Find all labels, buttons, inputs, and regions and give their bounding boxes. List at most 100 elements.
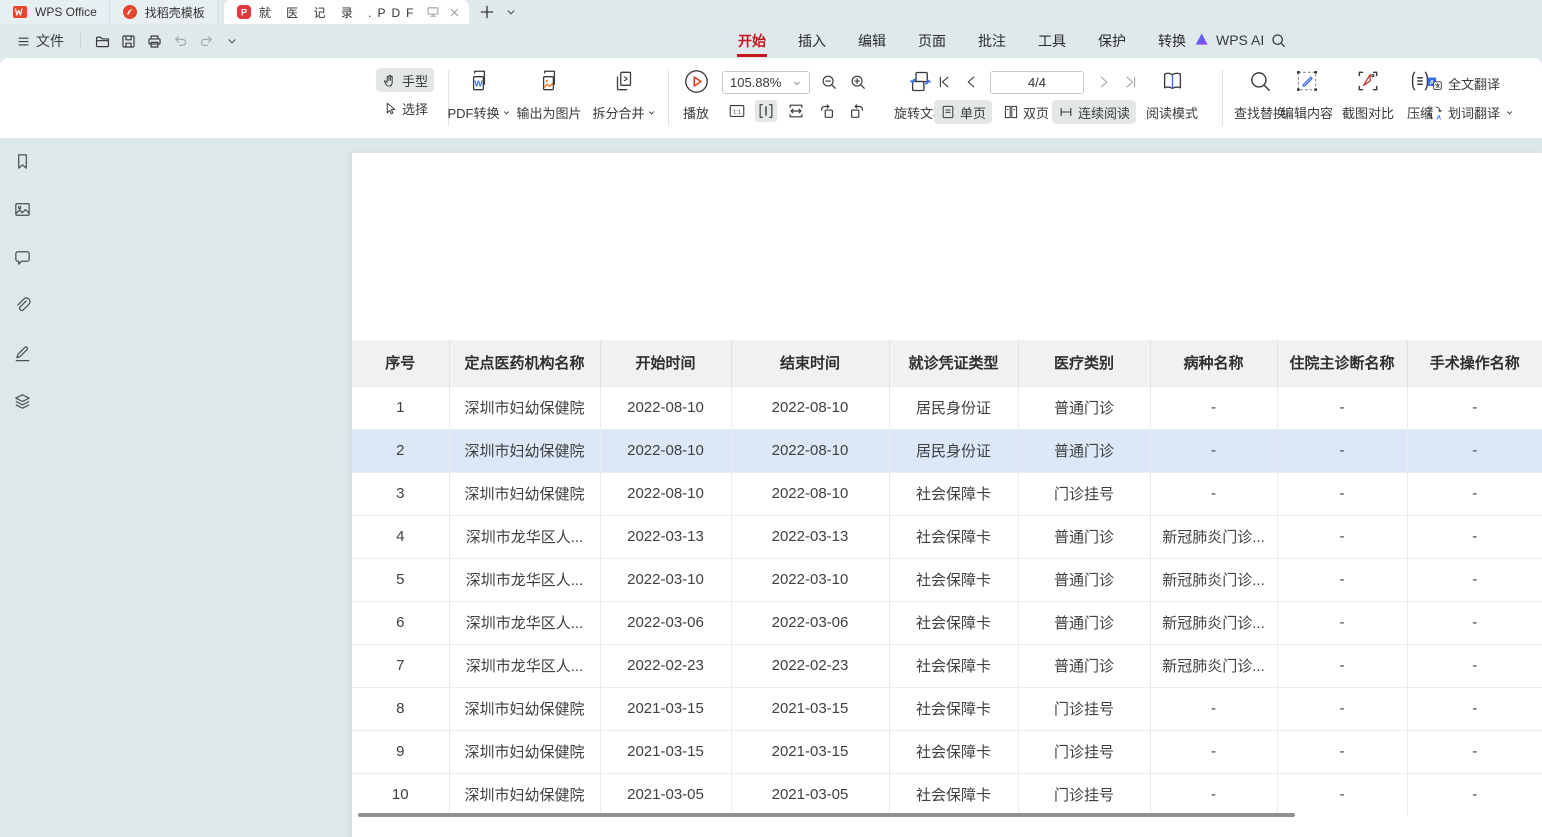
split-merge-button[interactable]: 拆分合并 [588, 58, 660, 130]
file-menu-button[interactable]: 文件 [8, 29, 72, 53]
pdf-logo-icon: P [236, 4, 252, 20]
open-file-button[interactable] [90, 29, 114, 53]
table-cell: 社会保障卡 [889, 644, 1018, 687]
rotate-right-button[interactable] [846, 100, 868, 122]
column-header: 手术操作名称 [1407, 340, 1542, 386]
new-tab-icon[interactable] [479, 4, 495, 20]
pdf-convert-label: PDF转换 [448, 103, 500, 122]
undo-button[interactable] [168, 29, 192, 53]
full-translate-button[interactable]: A 全文翻译 [1424, 71, 1502, 95]
medical-records-table: 序号定点医药机构名称开始时间结束时间就诊凭证类型医疗类别病种名称住院主诊断名称手… [352, 340, 1542, 816]
menu-search-icon[interactable] [1270, 32, 1287, 49]
table-cell: 2022-08-10 [600, 472, 731, 515]
tab-medical-record-pdf[interactable]: P 就 医 记 录 .PDF [224, 0, 470, 24]
pdf-convert-button[interactable]: W PDF转换 [448, 58, 510, 130]
menu-item[interactable]: 工具 [1037, 25, 1067, 57]
table-cell: 社会保障卡 [889, 730, 1018, 773]
table-row: 7深圳市龙华区人...2022-02-232022-02-23社会保障卡普通门诊… [352, 644, 1542, 687]
fit-width-button[interactable] [785, 100, 807, 122]
table-cell: 门诊挂号 [1018, 472, 1150, 515]
table-cell: - [1407, 601, 1542, 644]
table-cell: 2022-08-10 [731, 472, 889, 515]
single-page-button[interactable]: 单页 [934, 100, 992, 124]
table-row: 10深圳市妇幼保健院2021-03-052021-03-05社会保障卡门诊挂号-… [352, 773, 1542, 816]
tab-wps-office[interactable]: WPS Office [0, 0, 110, 24]
export-image-button[interactable]: 输出为图片 [514, 58, 584, 130]
full-translate-icon: A [1426, 75, 1443, 92]
display-icon[interactable] [426, 5, 440, 19]
thumbnail-icon[interactable] [9, 196, 35, 222]
table-cell: 9 [352, 730, 449, 773]
comment-icon[interactable] [9, 244, 35, 270]
horizontal-scrollbar[interactable] [358, 813, 1295, 817]
quick-access-chevron-icon[interactable] [220, 29, 244, 53]
wps-ai-button[interactable]: WPS AI [1194, 31, 1264, 48]
table-cell: 深圳市妇幼保健院 [449, 429, 600, 472]
menu-item[interactable]: 开始 [737, 25, 767, 57]
table-cell: - [1407, 644, 1542, 687]
table-cell: - [1277, 601, 1407, 644]
chevron-down-icon [1505, 108, 1514, 117]
table-cell: 社会保障卡 [889, 601, 1018, 644]
rotate-document-icon [907, 68, 934, 95]
tab-docer-templates[interactable]: 找稻壳模板 [110, 0, 218, 24]
save-button[interactable] [116, 29, 140, 53]
zoom-in-button[interactable] [847, 71, 869, 93]
divider [668, 70, 669, 126]
print-button[interactable] [142, 29, 166, 53]
rotate-left-button[interactable] [816, 100, 838, 122]
menu-item[interactable]: 保护 [1097, 25, 1127, 57]
column-header: 住院主诊断名称 [1277, 340, 1407, 386]
table-row: 1深圳市妇幼保健院2022-08-102022-08-10居民身份证普通门诊--… [352, 386, 1542, 429]
menu-item[interactable]: 批注 [977, 25, 1007, 57]
table-row: 2深圳市妇幼保健院2022-08-102022-08-10居民身份证普通门诊--… [352, 429, 1542, 472]
signature-pen-icon[interactable] [9, 340, 35, 366]
table-row: 5深圳市龙华区人...2022-03-102022-03-10社会保障卡普通门诊… [352, 558, 1542, 601]
table-cell: 门诊挂号 [1018, 687, 1150, 730]
table-cell: 3 [352, 472, 449, 515]
zoom-level-dropdown[interactable]: 105.88% [722, 71, 810, 94]
next-page-button[interactable] [1093, 71, 1115, 93]
table-cell: - [1407, 773, 1542, 816]
menu-item[interactable]: 编辑 [857, 25, 887, 57]
actual-size-button[interactable]: 1:1 [726, 100, 748, 122]
chevron-down-icon [647, 108, 656, 117]
double-page-label: 双页 [1023, 103, 1049, 122]
word-translate-button[interactable]: 文A 划词翻译 [1424, 100, 1516, 124]
screenshot-compare-button[interactable]: 截图对比 [1338, 58, 1398, 130]
continuous-read-button[interactable]: 连续阅读 [1052, 100, 1136, 124]
redo-button[interactable] [194, 29, 218, 53]
select-tool-button[interactable]: 选择 [376, 96, 434, 120]
wps-logo-icon [12, 4, 28, 20]
page-number-input[interactable] [990, 71, 1084, 94]
menu-item[interactable]: 转换 [1157, 25, 1187, 57]
full-translate-label: 全文翻译 [1448, 74, 1500, 93]
edit-content-button[interactable]: 编辑内容 [1276, 58, 1338, 130]
read-mode-button[interactable]: 阅读模式 [1142, 58, 1202, 130]
column-header: 病种名称 [1150, 340, 1277, 386]
attachment-icon[interactable] [9, 292, 35, 318]
table-cell: 5 [352, 558, 449, 601]
last-page-button[interactable] [1120, 71, 1142, 93]
table-cell: 普通门诊 [1018, 558, 1150, 601]
bookmark-icon[interactable] [9, 148, 35, 174]
file-menu-label: 文件 [36, 31, 64, 51]
menu-item[interactable]: 页面 [917, 25, 947, 57]
fit-page-button[interactable] [755, 100, 777, 122]
close-tab-icon[interactable] [448, 6, 461, 19]
table-cell: 深圳市妇幼保健院 [449, 773, 600, 816]
table-cell: - [1277, 558, 1407, 601]
zoom-out-button[interactable] [818, 71, 840, 93]
play-button[interactable]: 播放 [674, 58, 718, 130]
tab-list-chevron-icon[interactable] [505, 6, 517, 18]
table-cell: 普通门诊 [1018, 644, 1150, 687]
svg-text:P: P [241, 8, 247, 18]
single-page-label: 单页 [960, 103, 986, 122]
layers-icon[interactable] [9, 388, 35, 414]
first-page-button[interactable] [933, 71, 955, 93]
hand-tool-button[interactable]: 手型 [376, 68, 434, 92]
table-cell: 门诊挂号 [1018, 730, 1150, 773]
table-cell: 2022-03-10 [600, 558, 731, 601]
menu-item[interactable]: 插入 [797, 25, 827, 57]
previous-page-button[interactable] [960, 71, 982, 93]
